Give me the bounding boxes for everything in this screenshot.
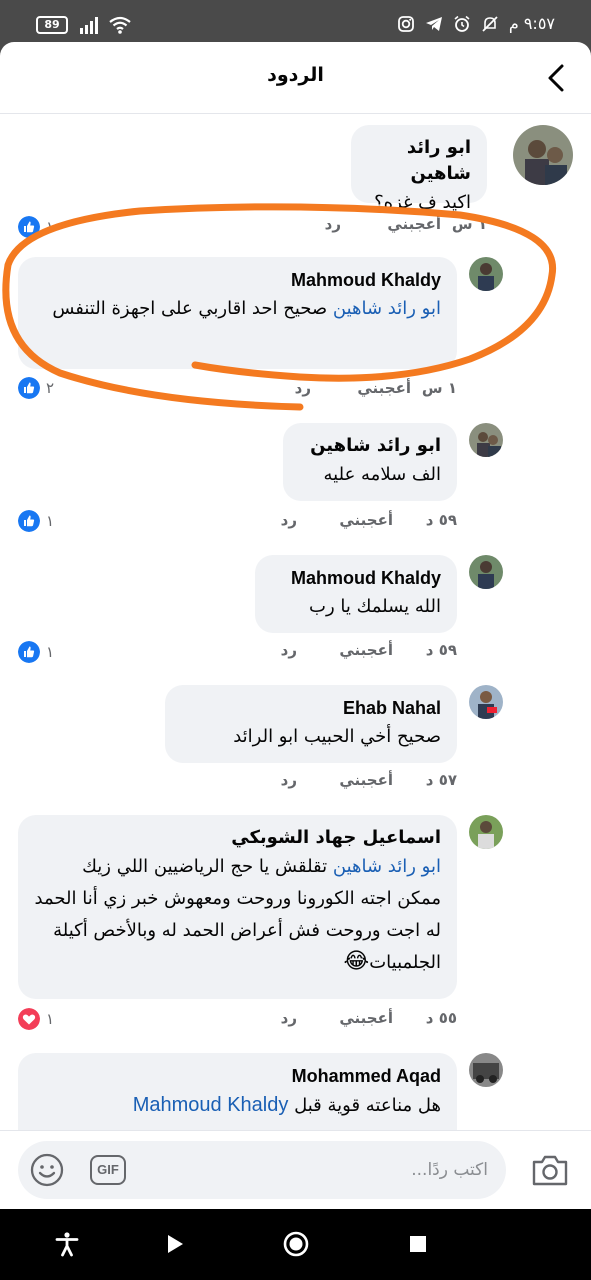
- like-link[interactable]: أعجبني: [339, 511, 393, 529]
- gif-button[interactable]: GIF: [90, 1155, 126, 1185]
- reaction-summary[interactable]: ١: [18, 1008, 54, 1030]
- like-reaction-icon: [18, 641, 40, 663]
- camera-icon[interactable]: [531, 1153, 569, 1187]
- comment-time: ٥٩ د: [425, 641, 457, 659]
- avatar[interactable]: [469, 257, 503, 291]
- reply-link[interactable]: رد: [281, 771, 297, 789]
- comment-actions: ١ س أعجبني رد: [57, 379, 457, 407]
- reaction-count: ١: [46, 218, 55, 236]
- reply-link[interactable]: رد: [295, 379, 311, 397]
- comment-author[interactable]: ابو رائد شاهين: [367, 135, 471, 187]
- like-link[interactable]: أعجبني: [339, 1009, 393, 1027]
- battery-icon: 89: [36, 16, 68, 34]
- header: الردود: [0, 42, 591, 114]
- page-title: الردود: [267, 64, 324, 86]
- comment-actions: ٥٧ د أعجبني رد: [57, 771, 457, 799]
- like-reaction-icon: [18, 377, 40, 399]
- back-arrow-icon[interactable]: [543, 62, 569, 94]
- heart-reaction-icon: [18, 1008, 40, 1030]
- mention-link[interactable]: ابو رائد شاهين: [333, 298, 441, 319]
- reaction-summary[interactable]: ٢: [18, 377, 54, 399]
- reaction-summary[interactable]: ١: [18, 641, 54, 663]
- comment-bubble[interactable]: اسماعيل جهاد الشوبكي ابو رائد شاهين تقلق…: [18, 815, 457, 999]
- reaction-count: ٢: [46, 379, 55, 397]
- comment-text: صحيح أخي الحبيب ابو الرائد: [233, 726, 441, 747]
- status-bar: 89 ٩:٥٧ م: [0, 0, 591, 46]
- comment-text: الله يسلمك يا رب: [309, 596, 441, 617]
- like-reaction-icon: [18, 216, 40, 238]
- avatar[interactable]: [469, 1053, 503, 1087]
- emoji-icon[interactable]: [30, 1153, 64, 1187]
- comment-bubble[interactable]: Ehab Nahal صحيح أخي الحبيب ابو الرائد: [165, 685, 457, 763]
- comment-bubble[interactable]: Mahmoud Khaldy ابو رائد شاهين صحيح احد ا…: [18, 257, 457, 369]
- clock: ٩:٥٧ م: [508, 14, 555, 33]
- comment-bubble[interactable]: ابو رائد شاهين اكيد ف غزه؟: [351, 125, 487, 213]
- reply-composer: GIF: [0, 1130, 591, 1209]
- comment-time: ٥٩ د: [425, 511, 457, 529]
- comment-actions: ٥٩ د أعجبني رد: [57, 641, 457, 669]
- signal-icon: [80, 17, 98, 34]
- comment-time: ١ س: [421, 379, 457, 397]
- like-reaction-icon: [18, 510, 40, 532]
- accessibility-icon[interactable]: [54, 1231, 80, 1257]
- system-nav-bar: [0, 1209, 591, 1280]
- telegram-icon: [425, 16, 442, 31]
- like-link[interactable]: أعجبني: [339, 771, 393, 789]
- reply-link[interactable]: رد: [325, 215, 341, 233]
- wifi-icon: [109, 16, 131, 34]
- mention-link[interactable]: Mahmoud Khaldy: [133, 1094, 289, 1116]
- comment-actions: ١ س أعجبني رد: [27, 215, 487, 243]
- replies-sheet: الردود ابو رائد شاهين اكيد ف غزه؟ ١ س أع…: [0, 42, 591, 1209]
- mention-link[interactable]: ابو رائد شاهين: [333, 856, 441, 877]
- reaction-summary[interactable]: ١: [18, 510, 54, 532]
- comment-bubble[interactable]: Mahmoud Khaldy الله يسلمك يا رب: [255, 555, 457, 633]
- reply-input[interactable]: [188, 1157, 488, 1183]
- comment-actions: ٥٥ د أعجبني رد: [57, 1009, 457, 1037]
- reply-link[interactable]: رد: [281, 641, 297, 659]
- home-icon[interactable]: [283, 1231, 309, 1257]
- comment-bubble[interactable]: Mohammed Aqad هل مناعته قوية قبل Mahmoud…: [18, 1053, 457, 1130]
- comment-actions: ٥٩ د أعجبني رد: [57, 511, 457, 539]
- comment-time: ١ س: [451, 215, 487, 233]
- back-triangle-icon[interactable]: [162, 1231, 188, 1257]
- avatar[interactable]: [469, 555, 503, 589]
- comment-text: هل مناعته قوية قبل Mahmoud Khaldy: [132, 1094, 441, 1116]
- like-link[interactable]: أعجبني: [387, 215, 441, 233]
- avatar[interactable]: [469, 685, 503, 719]
- comment-text: الف سلامه عليه: [323, 464, 441, 485]
- avatar[interactable]: [469, 815, 503, 849]
- comment-author[interactable]: Mohammed Aqad: [34, 1063, 441, 1089]
- comment-bubble[interactable]: ابو رائد شاهين الف سلامه عليه: [283, 423, 457, 501]
- reply-link[interactable]: رد: [281, 1009, 297, 1027]
- avatar[interactable]: [469, 423, 503, 457]
- comment-text: ابو رائد شاهين تقلقش يا حج الرياضيين الل…: [34, 856, 441, 974]
- comment-author[interactable]: Mahmoud Khaldy: [34, 267, 441, 293]
- recents-icon[interactable]: [405, 1231, 431, 1257]
- laughing-emoji-icon: 😂: [343, 949, 370, 974]
- reaction-count: ١: [46, 643, 55, 661]
- comment-author[interactable]: Mahmoud Khaldy: [271, 565, 441, 591]
- comment-author[interactable]: اسماعيل جهاد الشوبكي: [34, 825, 441, 851]
- reply-link[interactable]: رد: [281, 511, 297, 529]
- comment-thread: ابو رائد شاهين اكيد ف غزه؟ ١ س أعجبني رد…: [0, 115, 591, 1130]
- reaction-summary[interactable]: ١: [18, 216, 54, 238]
- instagram-icon: [397, 15, 414, 32]
- reaction-count: ١: [46, 1010, 55, 1028]
- reaction-count: ١: [46, 512, 55, 530]
- comment-time: ٥٥ د: [425, 1009, 457, 1027]
- silent-icon: [482, 15, 498, 32]
- like-link[interactable]: أعجبني: [339, 641, 393, 659]
- like-link[interactable]: أعجبني: [357, 379, 411, 397]
- comment-text: ابو رائد شاهين صحيح احد اقاربي على اجهزة…: [52, 298, 441, 319]
- comment-author[interactable]: ابو رائد شاهين: [299, 433, 441, 459]
- comment-author[interactable]: Ehab Nahal: [181, 695, 441, 721]
- comment-time: ٥٧ د: [425, 771, 457, 789]
- avatar[interactable]: [513, 125, 573, 185]
- reply-box[interactable]: GIF: [18, 1141, 506, 1199]
- alarm-icon: [454, 15, 470, 32]
